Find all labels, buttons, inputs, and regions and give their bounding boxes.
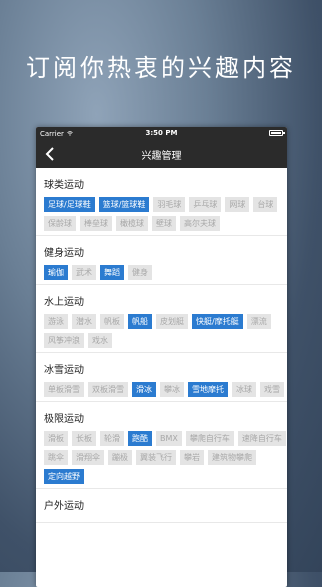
interest-tag-selected[interactable]: 帆船 <box>128 314 152 329</box>
interest-tag[interactable]: 速降自行车 <box>237 431 286 446</box>
section-title: 球类运动 <box>44 180 84 191</box>
interest-tag[interactable]: 壁球 <box>152 216 176 231</box>
interest-tag[interactable]: 台球 <box>253 197 278 212</box>
nav-title: 兴趣管理 <box>141 150 182 162</box>
nav-bar: 兴趣管理 <box>36 140 287 168</box>
interest-tag[interactable]: 网球 <box>225 197 250 212</box>
interest-tag[interactable]: 轮滑 <box>100 431 124 446</box>
interest-tag[interactable]: 滑板 <box>44 431 68 446</box>
interest-tag[interactable]: 风筝冲浪 <box>44 333 84 348</box>
interest-tag[interactable]: 漂流 <box>246 314 271 329</box>
interest-tag[interactable]: 滑翔伞 <box>72 450 104 465</box>
interest-tag-selected[interactable]: 滑冰 <box>132 382 156 397</box>
interest-tag-selected[interactable]: 定向越野 <box>44 469 84 484</box>
interest-tag[interactable]: 棒垒球 <box>80 216 112 231</box>
section-title: 水上运动 <box>44 297 84 308</box>
interest-section: 水上运动游泳 潜水 帆板 帆船 皮划艇 快艇/摩托艇 漂流风筝冲浪 戏水 <box>36 285 287 353</box>
interest-tag-selected[interactable]: 篮球/篮球鞋 <box>98 197 150 212</box>
interest-section: 健身运动瑜伽 武术 舞蹈 健身 <box>36 236 287 285</box>
interest-tag[interactable]: 乒乓球 <box>189 197 222 212</box>
interest-tag-selected[interactable]: 瑜伽 <box>44 265 68 280</box>
tag-list: 足球/足球鞋 篮球/篮球鞋 羽毛球 乒乓球 网球 台球保龄球 棒垒球 橄榄球 壁球 高尔夫球 <box>44 197 287 231</box>
interest-tag[interactable]: 帆板 <box>100 314 124 329</box>
interest-tag[interactable]: BMX <box>156 431 182 446</box>
section-title: 冰雪运动 <box>44 365 84 376</box>
status-time: 3:50 PM <box>145 129 178 137</box>
interest-tag-selected[interactable]: 跑酷 <box>128 431 152 446</box>
tag-list: 单板滑雪 双板滑雪 滑冰 攀冰 雪地摩托 冰球 戏雪 <box>44 382 287 397</box>
interest-section: 极限运动滑板 长板 轮滑 跑酷 BMX 攀爬自行车 速降自行车跳伞 滑翔伞 蹦极 翼装飞行 攀岩 建筑… <box>36 402 287 489</box>
interest-tag[interactable]: 戏水 <box>88 333 112 348</box>
interest-tag[interactable]: 武术 <box>72 265 96 280</box>
interest-section: 户外运动 <box>36 489 287 523</box>
interest-tag[interactable]: 游泳 <box>44 314 68 329</box>
section-title: 极限运动 <box>44 414 84 425</box>
interest-sections: 球类运动足球/足球鞋 篮球/篮球鞋 羽毛球 乒乓球 网球 台球保龄球 棒垒球 橄榄球 壁球 高尔夫… <box>36 168 287 523</box>
interest-tag[interactable]: 翼装飞行 <box>136 450 176 465</box>
section-title: 健身运动 <box>44 248 84 259</box>
section-title: 户外运动 <box>44 501 84 512</box>
back-chevron-icon[interactable] <box>44 146 56 162</box>
interest-tag-selected[interactable]: 雪地摩托 <box>188 382 228 397</box>
interest-section: 冰雪运动单板滑雪 双板滑雪 滑冰 攀冰 雪地摩托 冰球 戏雪 <box>36 353 287 402</box>
interest-tag[interactable]: 潜水 <box>72 314 96 329</box>
interest-section: 球类运动足球/足球鞋 篮球/篮球鞋 羽毛球 乒乓球 网球 台球保龄球 棒垒球 橄榄球 壁球 高尔夫… <box>36 168 287 236</box>
interest-tag[interactable]: 戏雪 <box>260 382 284 397</box>
interest-tag[interactable]: 攀岩 <box>180 450 204 465</box>
interest-tag[interactable]: 高尔夫球 <box>180 216 220 231</box>
interest-tag[interactable]: 保龄球 <box>44 216 76 231</box>
interest-tag[interactable]: 长板 <box>72 431 96 446</box>
interest-tag[interactable]: 攀冰 <box>160 382 184 397</box>
tag-list: 滑板 长板 轮滑 跑酷 BMX 攀爬自行车 速降自行车跳伞 滑翔伞 蹦极 翼装飞行 攀岩 建筑物攀爬定… <box>44 431 287 484</box>
interest-tag-selected[interactable]: 舞蹈 <box>100 265 124 280</box>
interest-tag[interactable]: 橄榄球 <box>116 216 148 231</box>
interest-tag[interactable]: 双板滑雪 <box>88 382 128 397</box>
interest-tag[interactable]: 建筑物攀爬 <box>208 450 256 465</box>
interest-tag-selected[interactable]: 足球/足球鞋 <box>44 197 95 212</box>
interest-tag[interactable]: 单板滑雪 <box>44 382 84 397</box>
interest-tag[interactable]: 皮划艇 <box>156 314 188 329</box>
interest-tag[interactable]: 跳伞 <box>44 450 68 465</box>
interest-tag-selected[interactable]: 快艇/摩托艇 <box>192 314 243 329</box>
status-bar: Carrier 3:50 PM <box>36 127 287 140</box>
tag-list: 游泳 潜水 帆板 帆船 皮划艇 快艇/摩托艇 漂流风筝冲浪 戏水 <box>44 314 287 348</box>
promo-headline: 订阅你热衷的兴趣内容 <box>26 54 296 82</box>
interest-tag[interactable]: 冰球 <box>232 382 256 397</box>
interest-tag[interactable]: 攀爬自行车 <box>185 431 234 446</box>
interest-tag[interactable]: 蹦极 <box>108 450 132 465</box>
battery-icon <box>269 130 285 136</box>
interest-tag[interactable]: 羽毛球 <box>153 197 186 212</box>
interest-tag[interactable]: 健身 <box>128 265 152 280</box>
phone-screen: Carrier 3:50 PM 兴趣管理 球类运动足球/足球鞋 篮球/篮球鞋 羽毛球… <box>36 127 287 587</box>
tag-list: 瑜伽 武术 舞蹈 健身 <box>44 265 287 280</box>
